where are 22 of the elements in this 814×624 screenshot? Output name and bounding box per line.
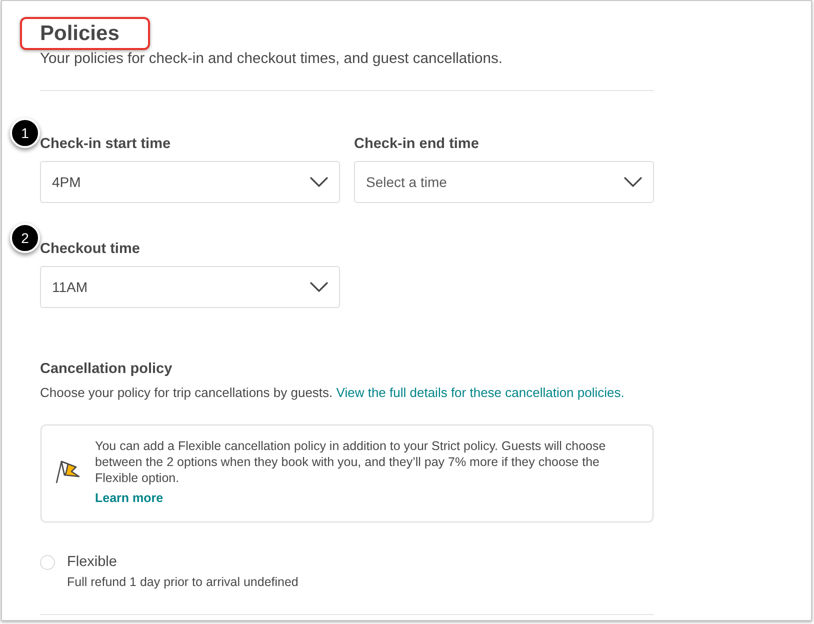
section-heading: Cancellation policy — [40, 360, 172, 379]
field-label: Check-in start time — [40, 135, 171, 154]
flag-icon — [55, 460, 81, 484]
field-label: Checkout time — [40, 240, 140, 259]
details-link[interactable]: View the full details for these cancellation policies. — [336, 385, 624, 400]
option-label: Flexible — [67, 553, 117, 572]
option-description: Full refund 1 day prior to arrival undefined — [67, 574, 298, 590]
info-text: You can add a Flexible cancellation policy in addition to your Strict policy. Guests will choose between the 2 options when they book with you, and they’ll pay 7% more if they choose the Flexible option. — [95, 438, 607, 486]
chevron-down-icon — [624, 177, 642, 187]
cancellation-description: Choose your policy for trip cancellations by guests. View the full details for these cancellation policies. — [40, 384, 626, 402]
radio-button[interactable] — [40, 555, 55, 570]
step-badge: 2 — [10, 223, 40, 253]
chevron-down-icon — [310, 177, 328, 187]
time-dropdown[interactable]: 11AM — [40, 266, 340, 308]
page-subtitle: Your policies for check-in and checkout times, and guest cancellations. — [40, 50, 503, 68]
time-dropdown[interactable]: Select a time — [354, 161, 654, 203]
learn-more-link[interactable]: Learn more — [95, 490, 164, 506]
chevron-down-icon — [310, 282, 328, 292]
field-label: Check-in end time — [354, 135, 479, 154]
step-badge: 1 — [10, 118, 40, 148]
page-title: Policies — [40, 21, 120, 47]
time-dropdown[interactable]: 4PM — [40, 161, 340, 203]
